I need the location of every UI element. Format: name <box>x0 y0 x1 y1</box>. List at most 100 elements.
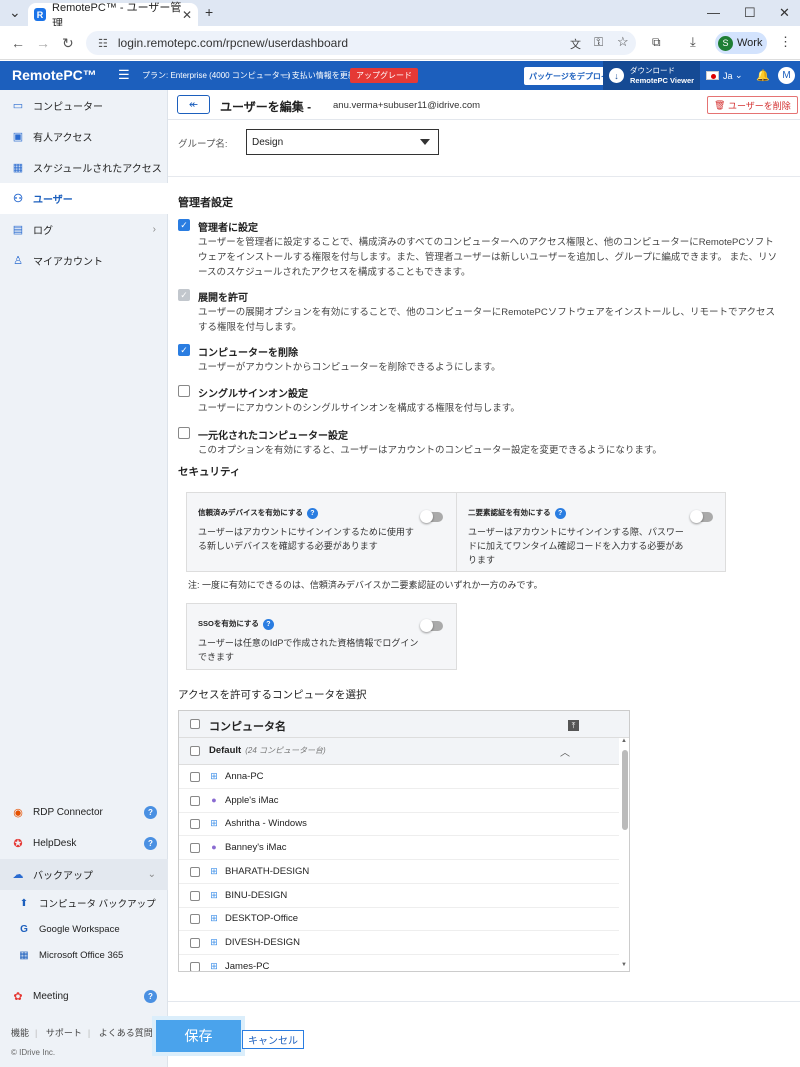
sidebar-subitem-office365[interactable]: ▦ Microsoft Office 365 <box>0 942 168 968</box>
sidebar-item-attended-access[interactable]: ▣ 有人アクセス <box>0 121 168 152</box>
collapse-chevron-icon[interactable]: ︿ <box>560 744 570 759</box>
translate-icon[interactable]: 文 <box>570 36 581 52</box>
help-icon[interactable]: ? <box>144 990 157 1003</box>
row-checkbox[interactable] <box>190 866 200 877</box>
sidebar-item-meeting[interactable]: ✿ Meeting? <box>0 981 168 1012</box>
table-scrollbar[interactable]: ▲ ▼ <box>621 738 629 971</box>
table-header: コンピュータ名 ⤒ <box>179 711 629 738</box>
profile-label: Work <box>737 37 763 49</box>
sidebar-item-users[interactable]: ⚇ ユーザー <box>0 183 168 214</box>
group-row-default[interactable]: Default (24 コンピューター台) ︿ <box>179 738 619 765</box>
delete-computer-checkbox[interactable]: ✓ <box>178 344 190 356</box>
notification-bell-icon[interactable]: 🔔 <box>756 69 770 82</box>
centralized-settings-checkbox[interactable] <box>178 427 190 439</box>
footer-link-features[interactable]: 機能 <box>11 1028 29 1038</box>
url-field[interactable]: ☷ login.remotepc.com/rpcnew/userdashboar… <box>86 31 636 55</box>
row-checkbox[interactable] <box>190 795 200 806</box>
help-icon[interactable]: ? <box>554 507 566 519</box>
remotepc-logo[interactable]: RemotePC™ <box>12 67 97 83</box>
site-info-icon[interactable]: ☷ <box>98 37 108 50</box>
url-text: login.remotepc.com/rpcnew/userdashboard <box>117 36 348 50</box>
browser-tab[interactable]: R RemotePC™ - ユーザー管理 ✕ <box>28 2 198 30</box>
help-icon[interactable]: ? <box>144 837 157 850</box>
table-row[interactable]: ⊞ BHARATH-DESIGN <box>179 860 619 884</box>
windows-icon: ⊞ <box>210 771 218 781</box>
footer-link-support[interactable]: サポート <box>46 1028 82 1038</box>
scrollbar-thumb[interactable] <box>622 750 628 830</box>
upgrade-button[interactable]: アップグレード <box>350 68 418 83</box>
table-row[interactable]: ⊞ Anna-PC <box>179 765 619 789</box>
sidebar-subitem-computer-backup[interactable]: ⬆ コンピュータ バックアップ <box>0 890 168 916</box>
row-checkbox[interactable] <box>190 772 200 782</box>
sso-toggle[interactable] <box>420 619 443 632</box>
minimize-icon[interactable]: — <box>707 5 720 20</box>
window-close-icon[interactable]: ✕ <box>779 5 790 21</box>
profile-chip[interactable]: S Work <box>715 32 767 54</box>
two-factor-toggle[interactable] <box>690 510 713 523</box>
sidebar-item-my-account[interactable]: ♙ マイアカウント <box>0 245 168 276</box>
extensions-icon[interactable]: ⧉ <box>652 35 661 50</box>
delete-user-button[interactable]: 🗑 ユーザーを削除 <box>707 96 798 114</box>
group-checkbox[interactable] <box>190 746 200 756</box>
row-checkbox[interactable] <box>190 843 200 854</box>
admin-settings-title: 管理者設定 <box>178 197 233 209</box>
deploy-package-button[interactable]: パッケージをデプロイ <box>524 67 614 85</box>
scroll-up-icon[interactable]: ▲ <box>621 738 627 744</box>
table-row[interactable]: ● Apple's iMac <box>179 789 619 813</box>
help-icon[interactable]: ? <box>262 618 274 630</box>
table-row[interactable]: ● Banney's iMac <box>179 836 619 861</box>
download-icon[interactable]: ⤓ <box>690 34 696 50</box>
tab-search-icon[interactable]: ⌄ <box>9 4 21 21</box>
row-checkbox[interactable] <box>190 937 200 948</box>
sidebar-item-label: ユーザー <box>33 195 73 206</box>
sidebar-item-rdp-connector[interactable]: ◉ RDP Connector? <box>0 797 168 828</box>
sidebar-item-computers[interactable]: ▭ コンピューター <box>0 90 168 121</box>
footer-link-faq[interactable]: よくある質問 <box>99 1028 153 1038</box>
hamburger-menu-icon[interactable]: ☰ <box>118 67 130 83</box>
back-button[interactable]: ↞ <box>177 95 210 114</box>
table-row[interactable]: ⊞ James-PC <box>179 955 619 971</box>
table-row[interactable]: ⊞ Ashritha - Windows <box>179 812 619 837</box>
back-icon[interactable]: ← <box>11 35 25 51</box>
select-all-checkbox[interactable] <box>190 719 200 729</box>
sort-icon[interactable]: ⤒ <box>568 720 579 731</box>
table-row[interactable]: ⊞ BINU-DESIGN <box>179 884 619 908</box>
trusted-device-toggle[interactable] <box>420 510 443 523</box>
row-checkbox[interactable] <box>190 890 200 901</box>
reload-icon[interactable]: ↻ <box>62 35 74 52</box>
sidebar-item-logs[interactable]: ▤ ログ › <box>0 214 168 245</box>
cancel-button[interactable]: キャンセル <box>242 1030 304 1049</box>
set-admin-checkbox[interactable]: ✓ <box>178 219 190 231</box>
row-checkbox[interactable] <box>190 961 200 971</box>
sidebar-item-scheduled-access[interactable]: ▦ スケジュールされたアクセス <box>0 152 168 183</box>
download-arrow-icon: ↓ <box>609 68 624 83</box>
download-viewer-button[interactable]: ↓ ダウンロード RemotePC Viewer <box>603 61 700 90</box>
close-tab-icon[interactable]: ✕ <box>182 8 192 22</box>
key-icon[interactable]: ⚿ <box>594 35 603 50</box>
main-content: ↞ ユーザーを編集 - anu.verma+subuser11@idrive.c… <box>168 90 800 1067</box>
browser-menu-icon[interactable]: ⋮ <box>779 34 792 50</box>
sso-settings-checkbox[interactable] <box>178 385 190 397</box>
sidebar-item-helpdesk[interactable]: ✪ HelpDesk? <box>0 828 168 859</box>
row-checkbox[interactable] <box>190 914 200 925</box>
language-selector[interactable]: Ja ⌄ <box>706 70 743 81</box>
forward-icon[interactable]: → <box>36 35 50 51</box>
bookmark-star-icon[interactable]: ☆ <box>617 34 629 50</box>
table-row[interactable]: ⊞ DIVESH-DESIGN <box>179 931 619 955</box>
sidebar-subitem-google-workspace[interactable]: G Google Workspace <box>0 916 168 942</box>
trusted-desc-line: ユーザーはアカウントにサインインするために使用す <box>198 527 414 537</box>
help-icon[interactable]: ? <box>306 507 318 519</box>
scroll-down-icon[interactable]: ▼ <box>621 962 627 968</box>
update-payment-link[interactable]: ▭ 支払い情報を更新 <box>282 70 356 81</box>
two-factor-box: 二要素認証を有効にする? ユーザーはアカウントにサインインする際、パスワー ドに加… <box>456 492 726 572</box>
sidebar-item-backup[interactable]: ☁ バックアップ ⌄ <box>0 859 168 890</box>
new-tab-icon[interactable]: + <box>205 4 213 20</box>
help-icon[interactable]: ? <box>144 806 157 819</box>
allow-deploy-checkbox[interactable]: ✓ <box>178 289 190 301</box>
group-select[interactable]: Design <box>246 129 439 155</box>
maximize-icon[interactable]: ☐ <box>744 5 756 21</box>
user-avatar[interactable]: M <box>778 67 795 84</box>
table-row[interactable]: ⊞ DESKTOP-Office <box>179 907 619 932</box>
row-checkbox[interactable] <box>190 819 200 830</box>
save-button[interactable]: 保存 <box>152 1016 245 1056</box>
